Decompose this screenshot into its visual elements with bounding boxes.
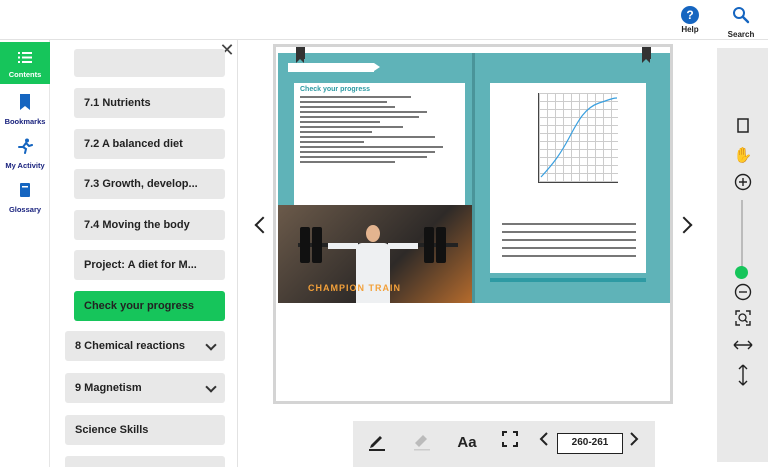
fit-height-icon[interactable]	[733, 364, 753, 386]
barbell-plate-left	[300, 227, 310, 263]
page-next-chevron-icon[interactable]	[627, 431, 641, 455]
previous-page-arrow-icon[interactable]	[249, 210, 269, 240]
arm-left	[328, 243, 358, 249]
font-size-button[interactable]: Aa	[453, 431, 481, 455]
hand-pan-icon[interactable]: ✋	[733, 146, 753, 166]
bottom-toolbar: Aa 260-261	[353, 421, 655, 467]
zoom-slider-handle[interactable]	[735, 266, 748, 279]
toc-chapter-9-label: 9 Magnetism	[75, 382, 142, 394]
rail-item-bookmarks[interactable]: Bookmarks	[0, 90, 50, 130]
chevron-down-icon	[205, 339, 217, 351]
right-page-card	[490, 83, 646, 273]
toc-item-7-2[interactable]: 7.2 A balanced diet	[74, 129, 225, 159]
left-page-title: Check your progress	[300, 86, 371, 93]
weightlifter-photo: CHAMPION TRAIN	[278, 205, 472, 303]
bookmark-icon	[20, 94, 30, 110]
toc-chapter-8[interactable]: 8 Chemical reactions	[65, 331, 225, 361]
rail-label-contents: Contents	[8, 70, 42, 79]
page-prev-chevron-icon[interactable]	[537, 431, 551, 455]
growth-graph	[538, 93, 618, 183]
toc-item-7-3[interactable]: 7.3 Growth, develop...	[74, 169, 225, 199]
zoom-out-icon[interactable]	[733, 283, 753, 303]
fit-to-screen-zoom-icon[interactable]	[733, 309, 753, 329]
help-icon: ?	[681, 6, 699, 24]
question-line-2	[502, 231, 636, 233]
toc-chapter-8-label: 8 Chemical reactions	[75, 340, 186, 352]
right-toolbar: ✋	[717, 48, 768, 462]
gym-sign: CHAMPION TRAIN	[308, 283, 401, 293]
rail-label-glossary: Glossary	[8, 205, 42, 214]
page-spread-image: Check your progress CHAMPION TRAIN	[278, 47, 670, 303]
help-label: Help	[681, 25, 699, 34]
search-label: Search	[727, 30, 755, 39]
rail-item-glossary[interactable]: Glossary	[0, 178, 50, 218]
question-line-4	[502, 247, 636, 249]
bookmark-ribbon-left-icon[interactable]	[296, 47, 305, 63]
rail-label-bookmarks: Bookmarks	[4, 117, 46, 126]
barbell-plate-right-2	[424, 227, 434, 263]
right-page-footer-bar	[490, 278, 646, 282]
running-person-icon	[18, 138, 33, 154]
question-line-3	[502, 239, 636, 241]
book-page-spread[interactable]: Check your progress CHAMPION TRAIN	[273, 44, 673, 404]
growth-curve	[540, 97, 618, 178]
toc-item-project[interactable]: Project: A diet for M...	[74, 250, 225, 280]
search-icon	[733, 7, 750, 24]
rail-item-my-activity[interactable]: My Activity	[0, 134, 50, 174]
zoom-in-icon[interactable]	[733, 173, 753, 193]
fit-width-icon[interactable]	[733, 336, 753, 356]
next-page-arrow-icon[interactable]	[676, 210, 696, 240]
toc-item-7-1[interactable]: 7.1 Nutrients	[74, 88, 225, 118]
glossary-icon	[20, 183, 30, 197]
lifter-body	[356, 243, 390, 303]
toc-item-partial[interactable]	[74, 49, 225, 77]
left-page-tag	[288, 63, 380, 72]
toc-item-7-4[interactable]: 7.4 Moving the body	[74, 210, 225, 240]
search-button[interactable]: Search	[719, 4, 763, 39]
book-spine	[472, 53, 475, 303]
left-rail: Contents Bookmarks My Activity Glossary	[0, 40, 50, 467]
arm-right	[388, 243, 418, 249]
chevron-down-icon	[205, 381, 217, 393]
barbell-plate-left-2	[312, 227, 322, 263]
contents-panel: ✕ 7.1 Nutrients 7.2 A balanced diet 7.3 …	[51, 40, 238, 467]
rail-item-contents[interactable]: Contents	[0, 42, 50, 84]
toc-item-check-progress[interactable]: Check your progress	[74, 291, 225, 321]
top-bar: ? Help Search	[0, 0, 768, 40]
left-page-text-card: Check your progress	[294, 83, 465, 213]
left-page-lines	[300, 96, 459, 163]
fullscreen-icon[interactable]	[499, 431, 521, 455]
barbell-plate-right	[436, 227, 446, 263]
lifter-head	[366, 225, 380, 242]
page-number-input[interactable]: 260-261	[557, 433, 623, 454]
toc-chapter-9[interactable]: 9 Magnetism	[65, 373, 225, 403]
question-line-5	[502, 255, 636, 257]
single-page-icon[interactable]	[733, 118, 753, 138]
question-line-1	[502, 223, 636, 225]
list-icon	[18, 52, 32, 63]
toc-science-skills[interactable]: Science Skills	[65, 415, 225, 445]
bookmark-ribbon-right-icon[interactable]	[642, 47, 651, 63]
toc-item-partial-bottom[interactable]	[65, 456, 225, 467]
rail-label-my-activity: My Activity	[5, 161, 45, 170]
help-button[interactable]: ? Help	[668, 4, 712, 38]
eraser-icon[interactable]	[410, 431, 434, 455]
pen-annotate-icon[interactable]	[365, 431, 389, 455]
